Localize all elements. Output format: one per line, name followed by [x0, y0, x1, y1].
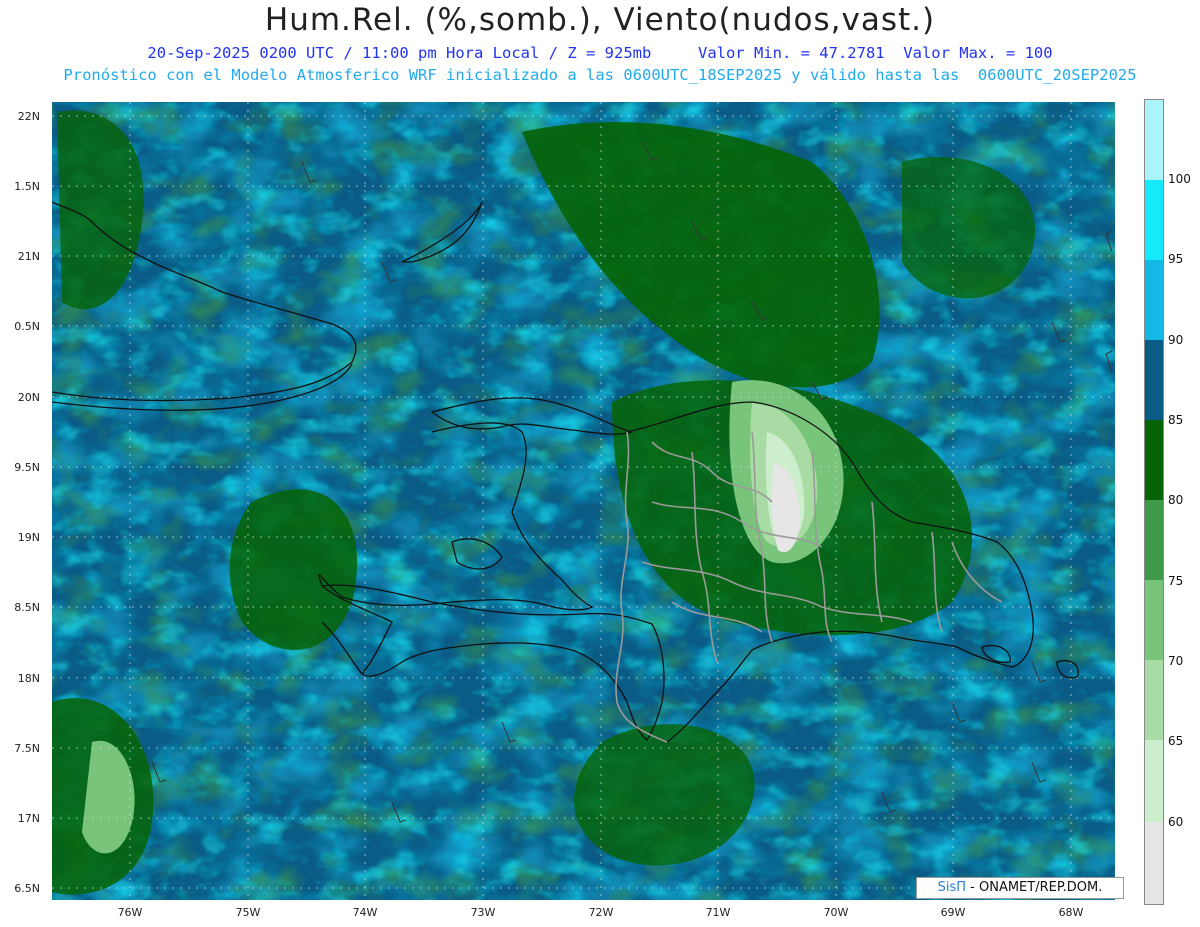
lon-label-76w: 76W [117, 906, 143, 919]
lat-label-19n: 19N [17, 531, 40, 544]
colorbar-label-90: 90 [1168, 333, 1184, 347]
lon-label-70w: 70W [823, 906, 849, 919]
lon-label-71w: 71W [705, 906, 731, 919]
colorbar-band-95-100 [1145, 180, 1163, 260]
model-info-line: Pronóstico con el Modelo Atmosferico WRF… [63, 66, 1137, 84]
credit-brand: SisΠ [937, 880, 967, 895]
lat-label-17n: 17N [17, 812, 40, 825]
colorbar-label-60: 60 [1168, 815, 1184, 829]
lat-label-19-5n: 9.5N [14, 461, 40, 474]
humidity-colorbar [1144, 99, 1164, 905]
lon-label-72w: 72W [588, 906, 614, 919]
colorbar-band-65-70 [1145, 660, 1163, 740]
lat-label-22n: 22N [17, 110, 40, 123]
lat-label-18n: 18N [17, 672, 40, 685]
colorbar-band-60-65 [1145, 740, 1163, 822]
colorbar-label-100: 100 [1168, 172, 1191, 186]
lat-label-20-5n: 0.5N [14, 320, 40, 333]
lat-label-21-5n: 1.5N [14, 180, 40, 193]
colorbar-band-lt60 [1145, 822, 1163, 904]
forecast-time-line: 20-Sep-2025 0200 UTC / 11:00 pm Hora Loc… [147, 44, 1053, 62]
colorbar-label-95: 95 [1168, 252, 1184, 266]
lon-label-75w: 75W [235, 906, 261, 919]
colorbar-band-75-80 [1145, 500, 1163, 580]
lat-label-17-5n: 7.5N [14, 742, 40, 755]
colorbar-label-75: 75 [1168, 574, 1184, 588]
lon-label-68w: 68W [1058, 906, 1084, 919]
colorbar-label-80: 80 [1168, 493, 1184, 507]
colorbar-band-85-90 [1145, 340, 1163, 420]
lat-label-20n: 20N [17, 391, 40, 404]
colorbar-label-85: 85 [1168, 413, 1184, 427]
lat-label-21n: 21N [17, 250, 40, 263]
lon-label-69w: 69W [940, 906, 966, 919]
colorbar-label-70: 70 [1168, 654, 1184, 668]
lon-label-73w: 73W [470, 906, 496, 919]
lat-label-16-5n: 6.5N [14, 882, 40, 895]
credit-box: SisΠ - ONAMET/REP.DOM. [916, 877, 1124, 899]
colorbar-band-70-75 [1145, 580, 1163, 660]
humidity-map [52, 102, 1115, 900]
colorbar-band-80-85 [1145, 420, 1163, 500]
colorbar-band-90-95 [1145, 260, 1163, 340]
lat-label-18-5n: 8.5N [14, 601, 40, 614]
map-title: Hum.Rel. (%,somb.), Viento(nudos,vast.) [264, 2, 936, 38]
colorbar-band-gt100 [1145, 100, 1163, 180]
lon-label-74w: 74W [352, 906, 378, 919]
credit-text: - ONAMET/REP.DOM. [966, 880, 1103, 895]
colorbar-label-65: 65 [1168, 734, 1184, 748]
